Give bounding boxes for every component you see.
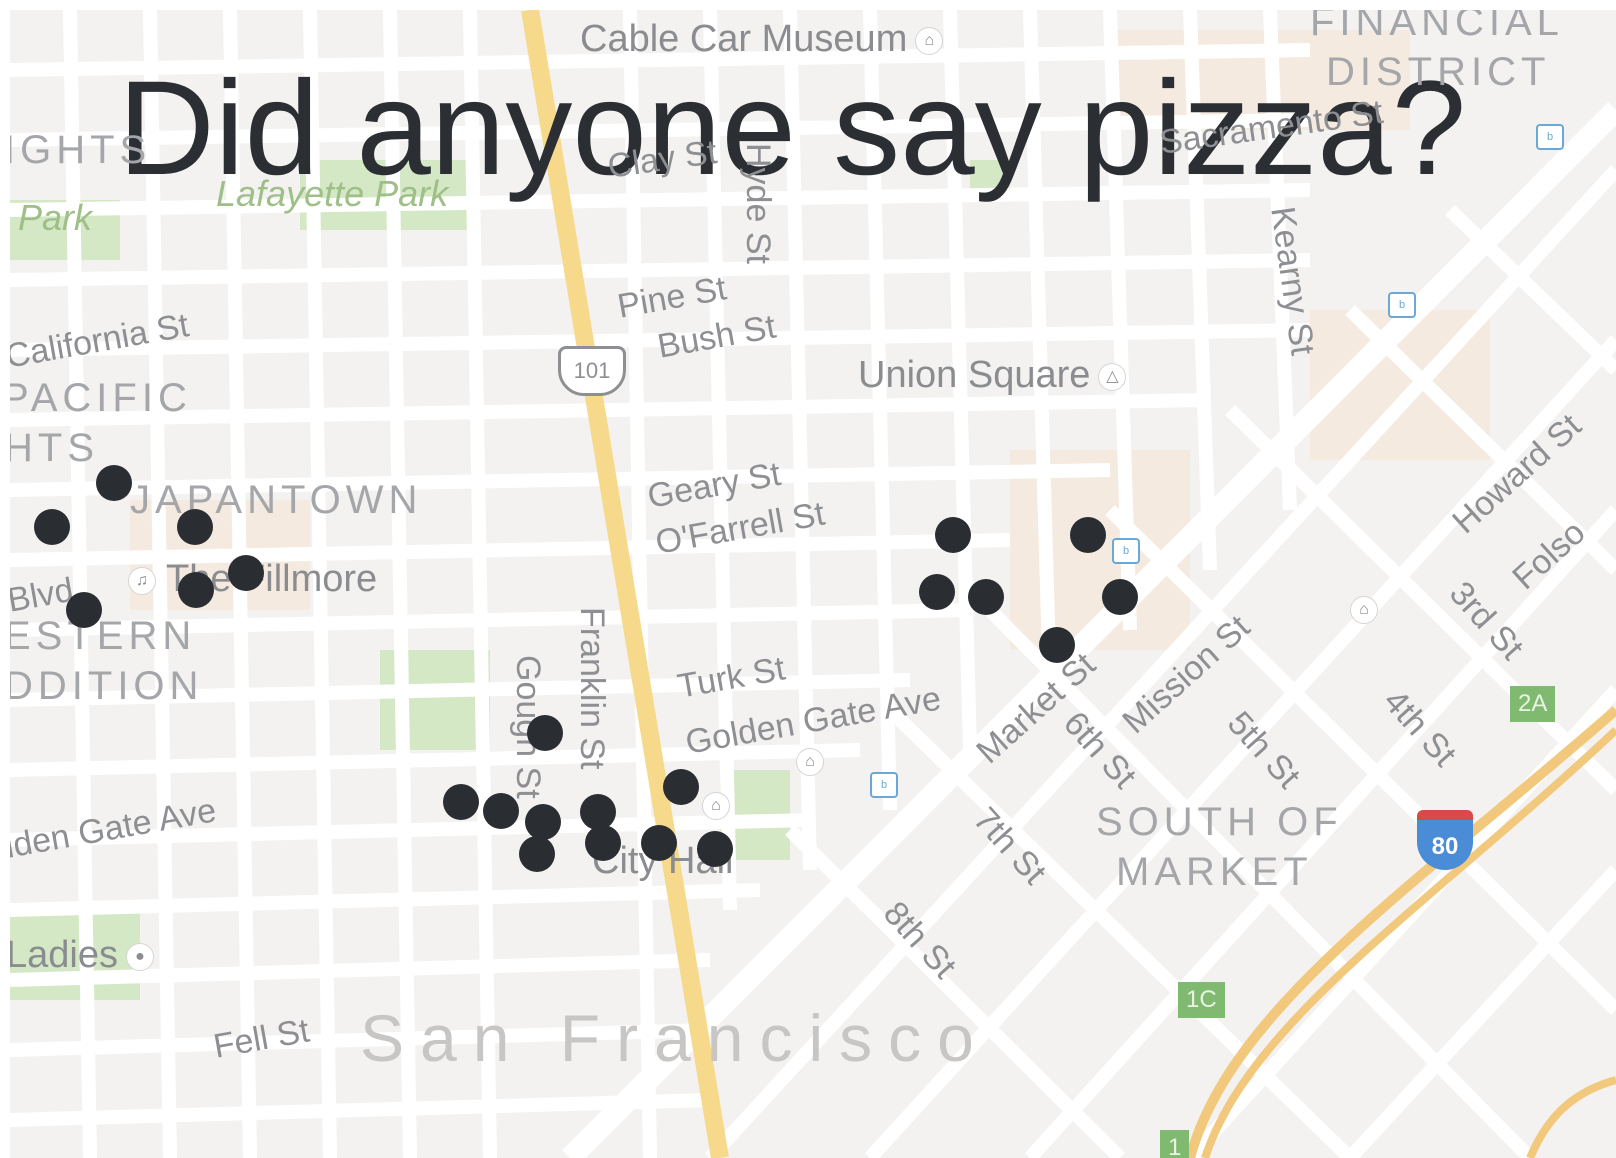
map-frame[interactable]: Did anyone say pizza? FINANCIAL DISTRICT… xyxy=(10,10,1616,1158)
city-name-label: San Francisco xyxy=(360,1001,990,1075)
pizza-place-marker[interactable] xyxy=(525,803,562,840)
financial-district-label-line2: DISTRICT xyxy=(1326,50,1551,94)
pizza-place-marker[interactable] xyxy=(697,831,734,868)
i-80-shield-icon: 80 xyxy=(1417,810,1473,870)
music-venue-icon: ♫ xyxy=(128,566,156,595)
pizza-place-marker[interactable] xyxy=(228,554,265,591)
lafayette-park-label: Lafayette Park xyxy=(216,173,449,214)
pacific-heights-label-line1: PACIFIC xyxy=(10,376,192,420)
pizza-place-marker[interactable] xyxy=(526,715,563,752)
shopping-icon: △ xyxy=(1098,362,1127,391)
union-square-label[interactable]: Union Square △ xyxy=(858,354,1127,396)
financial-district-label-line1: FINANCIAL xyxy=(1310,10,1564,44)
street-label-franklin: Franklin St xyxy=(573,607,611,770)
pizza-place-marker[interactable] xyxy=(968,578,1005,615)
heights-label: IGHTS xyxy=(10,128,152,172)
pizza-place-marker[interactable] xyxy=(178,571,215,608)
street-label-hyde: Hyde St xyxy=(739,143,777,264)
transit-station-icon: b xyxy=(1388,292,1416,318)
western-addition-label-line1: ESTERN xyxy=(10,614,197,658)
western-addition-label-line2: DDITION xyxy=(10,664,204,708)
painted-ladies-text: Ladies xyxy=(10,934,118,976)
pizza-place-marker[interactable] xyxy=(663,769,700,806)
pacific-heights-label-line2: HTS xyxy=(10,426,99,470)
exit-1c-badge: 1C xyxy=(1178,982,1225,1018)
transit-station-icon: b xyxy=(870,772,898,798)
pizza-place-marker[interactable] xyxy=(1101,578,1138,615)
library-icon: ⌂ xyxy=(796,748,824,776)
museum-icon: ⌂ xyxy=(915,26,944,55)
soma-label-line2: MARKET xyxy=(1116,850,1313,894)
japantown-label: JAPANTOWN xyxy=(130,478,423,522)
pizza-place-marker[interactable] xyxy=(1039,626,1076,663)
pizza-place-marker[interactable] xyxy=(483,793,520,830)
alta-park-label: Park xyxy=(18,197,93,238)
soma-label-line1: SOUTH OF xyxy=(1096,800,1343,844)
us-101-shield-icon: 101 xyxy=(558,346,626,396)
pizza-place-marker[interactable] xyxy=(96,464,133,501)
pizza-place-marker[interactable] xyxy=(918,574,955,611)
camera-icon: ● xyxy=(125,942,154,971)
pizza-place-marker[interactable] xyxy=(640,825,677,862)
exit-2a-badge: 2A xyxy=(1510,686,1556,722)
pizza-place-marker[interactable] xyxy=(443,784,480,821)
pizza-place-marker[interactable] xyxy=(584,825,621,862)
transit-station-icon: b xyxy=(1536,124,1564,150)
cable-car-museum-label[interactable]: Cable Car Museum ⌂ xyxy=(580,18,944,60)
city-hall-icon: ⌂ xyxy=(702,792,730,820)
pizza-place-marker[interactable] xyxy=(934,516,971,553)
painted-ladies-label[interactable]: Ladies ● xyxy=(10,936,154,974)
pizza-place-marker[interactable] xyxy=(1069,516,1106,553)
union-square-text: Union Square xyxy=(858,354,1091,396)
cable-car-museum-text: Cable Car Museum xyxy=(580,18,908,60)
pizza-place-marker[interactable] xyxy=(176,508,213,545)
museum-icon-soma: ⌂ xyxy=(1350,596,1378,624)
exit-1-badge: 1 xyxy=(1160,1130,1190,1158)
transit-station-icon: b xyxy=(1112,538,1140,564)
pizza-place-marker[interactable] xyxy=(33,508,70,545)
pizza-place-marker[interactable] xyxy=(518,835,555,872)
pizza-place-marker[interactable] xyxy=(65,592,102,629)
